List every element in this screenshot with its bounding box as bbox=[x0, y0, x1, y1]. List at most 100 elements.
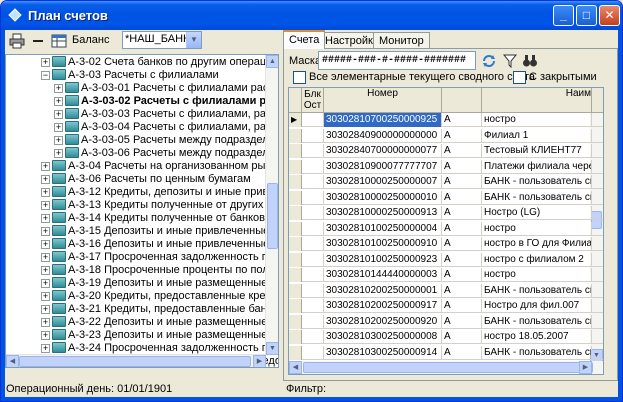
tab-accounts[interactable]: Счета bbox=[283, 30, 326, 49]
row-indicator[interactable] bbox=[289, 345, 302, 360]
expand-icon[interactable]: + bbox=[41, 175, 50, 184]
cell-type[interactable]: A bbox=[442, 345, 482, 360]
tree-item[interactable]: + A-3-18 Просроченные проценты по получен… bbox=[6, 263, 278, 277]
cell-number[interactable]: 30302810000250000010 bbox=[324, 190, 442, 205]
cell-name[interactable]: Филиал 1 bbox=[482, 128, 592, 143]
expand-icon[interactable]: + bbox=[41, 266, 50, 275]
cell-blk[interactable] bbox=[302, 283, 324, 298]
cell-blk[interactable] bbox=[302, 252, 324, 267]
filter-icon[interactable] bbox=[502, 53, 518, 69]
grid-horizontal-scrollbar[interactable]: ◀ ▶ bbox=[289, 361, 603, 374]
cell-blk[interactable] bbox=[302, 330, 324, 344]
table-row[interactable]: 30302810900077777707 A Платежи филиала чер… bbox=[289, 159, 603, 174]
mask-input[interactable]: #####-###-#-####-####### bbox=[318, 51, 476, 70]
table-row[interactable]: 30302810200250000920 A БАНК - пользователь… bbox=[289, 314, 603, 329]
table-row[interactable]: 30302810300250000914 A БАНК - пользователь… bbox=[289, 345, 603, 360]
grid-scroll-left-icon[interactable]: ◀ bbox=[289, 361, 302, 374]
cell-blk[interactable] bbox=[302, 345, 324, 360]
tree-item[interactable]: + A-3-15 Депозиты и иные привлеченные сре… bbox=[6, 224, 278, 238]
table-row[interactable]: 30302840900000000000 A Филиал 1 bbox=[289, 128, 603, 143]
cell-blk[interactable] bbox=[302, 144, 324, 158]
tree-item[interactable]: + A-3-03-02 Расчеты с филиалами рас bbox=[6, 94, 278, 108]
expand-icon[interactable]: + bbox=[54, 136, 63, 145]
cell-name[interactable]: Ностро для фил.007 bbox=[482, 299, 592, 313]
cell-type[interactable]: A bbox=[442, 128, 482, 143]
tree-horizontal-scrollbar[interactable]: ◀ ▶ bbox=[6, 354, 266, 367]
expand-icon[interactable]: + bbox=[41, 331, 50, 340]
cell-number[interactable]: 30302840700000000077 bbox=[324, 144, 442, 158]
grid-hscroll-thumb[interactable] bbox=[303, 362, 593, 373]
cell-type[interactable]: A bbox=[442, 252, 482, 267]
minus-icon[interactable] bbox=[30, 33, 46, 49]
tree-item[interactable]: + A-3-20 Кредиты, предоставленные кредитн… bbox=[6, 289, 278, 303]
table-row[interactable]: 30302840700000000077 A Тестовый КЛИЕНТ77 bbox=[289, 144, 603, 158]
cell-name[interactable]: Тестовый КЛИЕНТ77 bbox=[482, 144, 592, 158]
tree-item[interactable]: + A-3-02 Счета банков по другим операциям bbox=[6, 55, 278, 69]
expand-icon[interactable]: + bbox=[41, 305, 50, 314]
tree-item[interactable]: + A-3-03-03 Расчеты с филиалами, располо bbox=[6, 107, 278, 121]
table-row[interactable]: 30302810200250000001 A БАНК - пользователь… bbox=[289, 283, 603, 298]
title-bar[interactable]: План счетов _ □ ✕ bbox=[1, 1, 622, 30]
tree-item[interactable]: + A-3-17 Просроченная задолженность по по… bbox=[6, 250, 278, 264]
cell-number[interactable]: 30302810300250000914 bbox=[324, 345, 442, 360]
tree-item[interactable]: + A-3-19 Депозиты и иные размещенные сред… bbox=[6, 276, 278, 290]
expand-icon[interactable]: + bbox=[54, 84, 63, 93]
cell-blk[interactable] bbox=[302, 268, 324, 282]
cell-name[interactable]: ностро bbox=[482, 113, 592, 127]
cell-blk[interactable] bbox=[302, 159, 324, 174]
expand-icon[interactable]: + bbox=[41, 214, 50, 223]
cell-name[interactable]: ностро в ГО для Филиала2 bbox=[482, 237, 592, 251]
account-tree[interactable]: +A-3-25 Просроченные проценты по предост… bbox=[5, 54, 279, 368]
cell-blk[interactable] bbox=[302, 128, 324, 143]
refresh-icon[interactable] bbox=[481, 53, 497, 69]
tree-item[interactable]: − A-3-03 Расчеты с филиалами bbox=[6, 68, 266, 82]
cell-number[interactable]: 30302810700250000925 bbox=[324, 113, 442, 127]
table-icon[interactable] bbox=[51, 33, 67, 49]
table-row[interactable]: 30302810000250000007 A БАНК - пользователь… bbox=[289, 175, 603, 189]
table-row[interactable]: 30302810200250000917 A Ностро для фил.007 bbox=[289, 299, 603, 313]
cell-name[interactable]: Платежи филиала через РК bbox=[482, 159, 592, 174]
tree-item[interactable]: + A-3-12 Кредиты, депозиты и иные привлеч… bbox=[6, 185, 278, 199]
tree-item[interactable]: + A-3-03-04 Расчеты с филиалами, располо bbox=[6, 120, 278, 134]
tree-vscroll-thumb[interactable] bbox=[267, 183, 278, 249]
cell-name[interactable]: БАНК - пользователь систе bbox=[482, 345, 592, 360]
row-indicator[interactable] bbox=[289, 175, 302, 189]
row-indicator[interactable] bbox=[289, 314, 302, 329]
tab-monitor[interactable]: Монитор bbox=[373, 32, 430, 49]
cell-name[interactable]: БАНК - пользователь систе bbox=[482, 190, 592, 205]
row-indicator[interactable] bbox=[289, 190, 302, 205]
table-row[interactable]: 30302810100250000004 Aностро bbox=[289, 221, 603, 236]
tree-item[interactable]: + A-3-03-01 Расчеты с филиалами располож bbox=[6, 81, 278, 95]
cell-blk[interactable] bbox=[302, 190, 324, 205]
scroll-right-icon[interactable]: ▶ bbox=[253, 355, 266, 367]
cell-type[interactable]: A bbox=[442, 159, 482, 174]
cell-name[interactable]: БАНК - пользователь систе bbox=[482, 283, 592, 298]
table-row[interactable]: 30302810144440000003 Aностро bbox=[289, 268, 603, 282]
cell-type[interactable]: A bbox=[442, 314, 482, 329]
maximize-button[interactable]: □ bbox=[576, 5, 597, 26]
cell-number[interactable]: 30302810200250000920 bbox=[324, 314, 442, 329]
tree-item[interactable]: + A-3-04 Расчеты на организованном рынке … bbox=[6, 159, 278, 173]
expand-icon[interactable]: + bbox=[54, 123, 63, 132]
scroll-down-icon[interactable]: ▼ bbox=[266, 342, 278, 355]
grid-header-name[interactable]: Наим bbox=[482, 88, 592, 113]
cell-number[interactable]: 30302810100250000923 bbox=[324, 252, 442, 267]
expand-icon[interactable]: + bbox=[41, 227, 50, 236]
row-indicator[interactable] bbox=[289, 299, 302, 313]
expand-icon[interactable]: + bbox=[41, 240, 50, 249]
scroll-up-icon[interactable]: ▲ bbox=[266, 55, 278, 68]
row-indicator[interactable] bbox=[289, 268, 302, 282]
tree-item[interactable]: + A-3-24 Просроченная задолженность по пр… bbox=[6, 341, 278, 355]
tree-item[interactable]: + A-3-03-06 Расчеты между подразделения bbox=[6, 146, 278, 160]
cell-blk[interactable] bbox=[302, 299, 324, 313]
cell-name[interactable]: ностро bbox=[482, 221, 592, 236]
close-button[interactable]: ✕ bbox=[599, 5, 620, 26]
table-row[interactable]: 30302810000250000010 A БАНК - пользователь… bbox=[289, 190, 603, 205]
expand-icon[interactable]: + bbox=[41, 318, 50, 327]
cell-number[interactable]: 30302810200250000917 bbox=[324, 299, 442, 313]
table-row[interactable]: 30302810000250000913 A Ностро (LG) bbox=[289, 206, 603, 220]
cell-name[interactable]: БАНК - пользователь систе bbox=[482, 175, 592, 189]
cell-name[interactable]: ностро с филиалом 2 bbox=[482, 252, 592, 267]
table-row[interactable]: 30302810100250000910 Aностро в ГО для Фил… bbox=[289, 237, 603, 251]
cell-blk[interactable] bbox=[302, 314, 324, 329]
